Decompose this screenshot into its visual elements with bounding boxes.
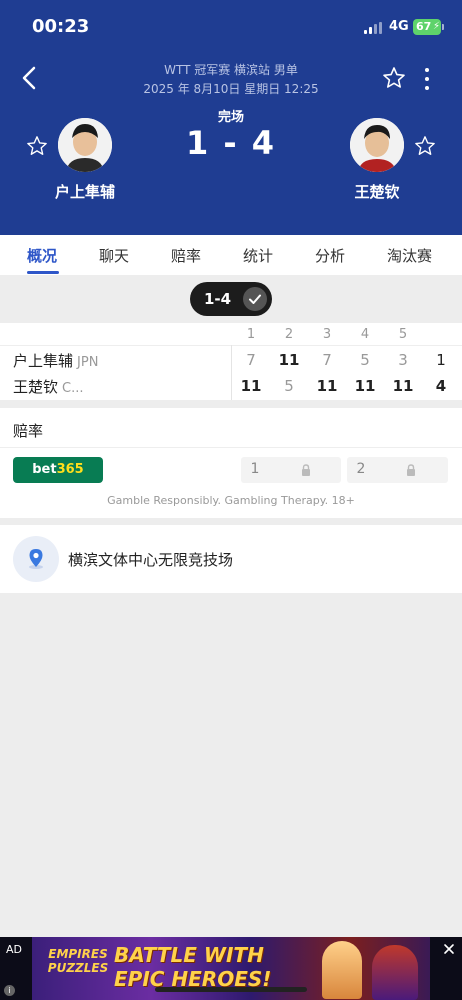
battery-tip — [442, 24, 444, 30]
bet365-logo[interactable]: bet365 — [13, 457, 103, 483]
network-type: 4G — [389, 19, 409, 34]
divider — [231, 345, 232, 400]
more-options-icon[interactable] — [420, 66, 434, 92]
set-score-cell: 11 — [354, 377, 376, 395]
lock-icon — [407, 464, 415, 476]
active-tab-indicator — [27, 271, 59, 274]
tab-stats[interactable]: 统计 — [243, 245, 273, 266]
odds-title: 赔率 — [13, 422, 44, 440]
set-score-selector[interactable]: 1-4 — [190, 282, 272, 316]
odds-option-label: 1 — [250, 461, 260, 477]
ad-label: AD — [6, 943, 22, 956]
battery-level: 67 — [416, 20, 432, 33]
player-country: JPN — [77, 355, 99, 370]
bet365-logo-part: bet — [32, 462, 57, 477]
set-score-label: 1-4 — [204, 290, 232, 308]
match-header: 00:23 4G 67 ⚡ WTT 冠军赛 横滨站 男单 2025 年 8月10… — [0, 0, 462, 235]
total-sets-cell: 1 — [436, 351, 446, 369]
set-score-cell: 11 — [392, 377, 414, 395]
charging-icon: ⚡ — [432, 21, 440, 32]
odds-option-away[interactable]: 2 — [347, 457, 448, 483]
set-score-table: 1 2 3 4 5 户上隼辅 JPN 7 11 7 5 3 1 王楚钦 C... 1… — [0, 323, 462, 400]
set-score-cell: 11 — [316, 377, 338, 395]
home-player-avatar[interactable] — [58, 118, 112, 172]
away-player-photo — [350, 118, 404, 172]
venue-name: 横滨文体中心无限竞技场 — [68, 551, 234, 569]
set-header: 2 — [284, 327, 294, 342]
home-indicator[interactable] — [155, 987, 307, 992]
ad-hero-image — [322, 941, 362, 999]
tab-analysis[interactable]: 分析 — [315, 245, 345, 266]
odds-option-home[interactable]: 1 — [241, 457, 341, 483]
set-score-cell: 3 — [398, 351, 408, 369]
status-bar: 00:23 4G 67 ⚡ — [0, 0, 462, 52]
set-header: 3 — [322, 327, 332, 342]
favorite-home-player-star-icon[interactable] — [26, 135, 48, 157]
set-score-cell: 11 — [240, 377, 262, 395]
set-header: 4 — [360, 327, 370, 342]
ad-headline: BATTLE WITH EPIC HEROES! — [114, 943, 272, 991]
divider — [0, 447, 462, 448]
favorite-away-player-star-icon[interactable] — [414, 135, 436, 157]
match-datetime: 2025 年 8月10日 星期日 12:25 — [143, 82, 319, 96]
table-row-home-name[interactable]: 户上隼辅 JPN — [13, 350, 98, 371]
player-name: 户上隼辅 — [13, 352, 74, 370]
back-arrow-icon[interactable] — [18, 64, 42, 92]
total-sets-cell: 4 — [435, 377, 447, 395]
tab-overview[interactable]: 概况 — [27, 245, 57, 266]
table-row-away-name[interactable]: 王楚钦 C... — [13, 376, 84, 397]
match-status: 完场 — [217, 110, 244, 125]
set-score-cell: 7 — [246, 351, 256, 369]
tab-chat[interactable]: 聊天 — [99, 245, 129, 266]
favorite-match-star-icon[interactable] — [382, 66, 406, 90]
venue-card[interactable]: 横滨文体中心无限竞技场 — [0, 525, 462, 593]
away-player-avatar[interactable] — [350, 118, 404, 172]
close-icon[interactable] — [442, 942, 456, 956]
set-header: 5 — [398, 327, 408, 342]
tab-knockout[interactable]: 淘汰赛 — [387, 245, 432, 266]
ad-hero-image — [372, 945, 418, 1000]
odds-section: 赔率 bet365 1 2 Gamble Responsibly. Gambli… — [0, 408, 462, 518]
player-country: C... — [62, 381, 84, 396]
home-player-name[interactable]: 户上隼辅 — [25, 181, 145, 202]
tab-bar: 概况 聊天 赔率 统计 分析 淘汰赛 — [0, 235, 462, 275]
info-icon[interactable]: i — [4, 985, 15, 996]
set-score-cell: 5 — [284, 377, 294, 395]
set-score-cell: 5 — [360, 351, 370, 369]
home-player-photo — [58, 118, 112, 172]
set-header: 1 — [246, 327, 256, 342]
signal-icon — [364, 22, 384, 34]
ad-brand: EMPIRES PUZZLES — [47, 947, 109, 975]
lock-icon — [302, 464, 310, 476]
tab-odds[interactable]: 赔率 — [171, 245, 201, 266]
match-score: 1 - 4 — [185, 124, 277, 162]
competition-name: WTT 冠军赛 横滨站 男单 — [164, 63, 298, 77]
set-score-cell: 11 — [278, 351, 300, 369]
bet365-logo-part: 365 — [56, 462, 84, 477]
away-player-name[interactable]: 王楚钦 — [317, 181, 437, 202]
odds-option-label: 2 — [356, 461, 366, 477]
status-time: 00:23 — [32, 16, 90, 37]
gambling-disclaimer[interactable]: Gamble Responsibly. Gambling Therapy. 18… — [0, 494, 462, 507]
location-pin-icon — [13, 536, 59, 582]
check-icon — [243, 287, 267, 311]
set-score-cell: 7 — [322, 351, 332, 369]
battery-icon: 67 ⚡ — [413, 19, 441, 35]
player-name: 王楚钦 — [13, 378, 59, 396]
